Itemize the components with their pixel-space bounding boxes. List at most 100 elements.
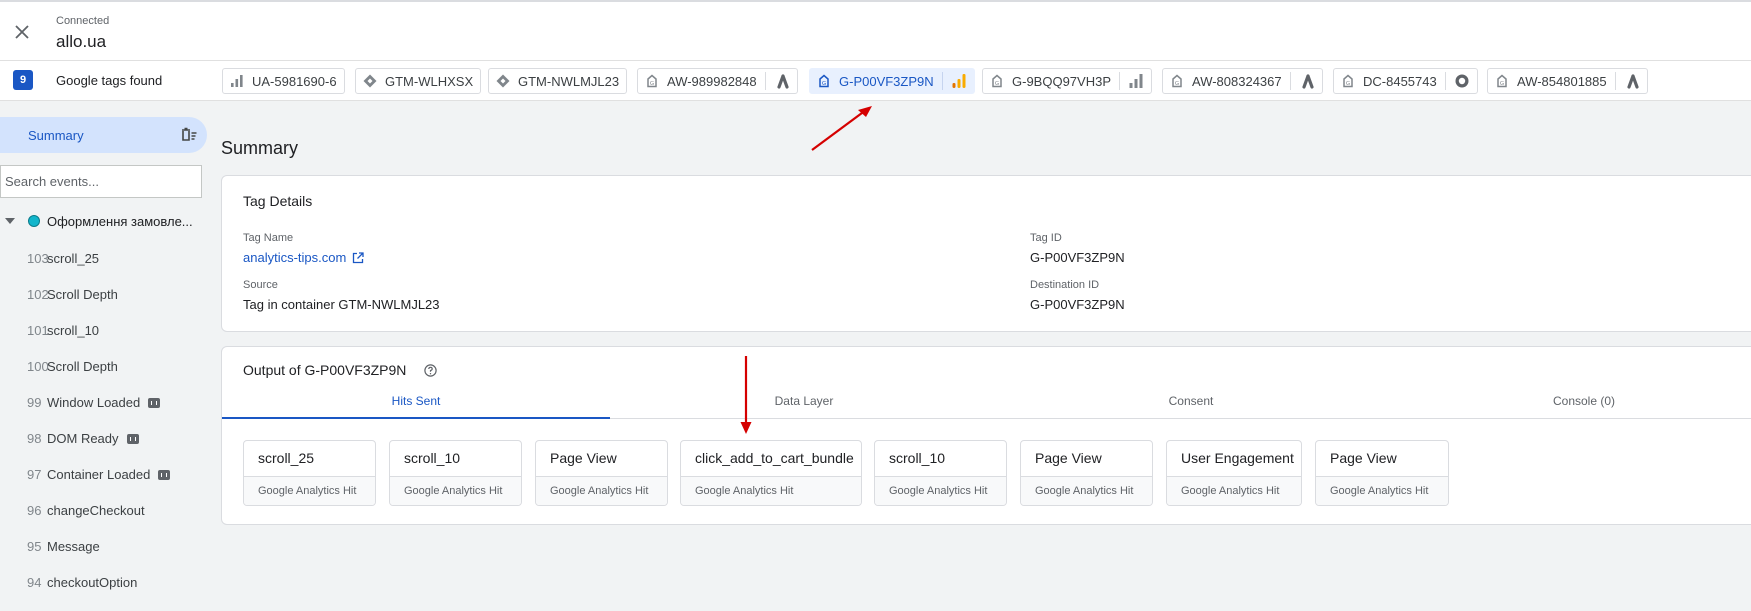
hit-card[interactable]: Page View Google Analytics Hit xyxy=(535,440,668,506)
tag-chip-gtm-wlhxsx[interactable]: GTM-WLHXSX xyxy=(355,68,482,94)
event-number: 103 xyxy=(27,251,49,266)
output-title: Output of G-P00VF3ZP9N xyxy=(243,362,407,378)
google-tag-icon: G xyxy=(819,74,829,88)
page-title: Summary xyxy=(221,138,299,158)
sidebar-item-summary[interactable]: Summary xyxy=(0,117,207,153)
event-item[interactable]: 98 DOM Ready xyxy=(0,427,208,451)
tag-details-card: Tag Details Tag Name analytics-tips.com … xyxy=(221,175,1751,332)
tag-count-badge: 9 xyxy=(13,70,33,90)
tag-chip-label: GTM-NWLMJL23 xyxy=(518,73,620,89)
connection-status: Connected xyxy=(56,15,110,27)
hit-type: Google Analytics Hit xyxy=(875,476,1006,505)
hit-card[interactable]: User Engagement Google Analytics Hit xyxy=(1166,440,1302,506)
tags-bar: 9 Google tags found UA-5981690-6 GTM-WLH… xyxy=(0,61,1751,101)
tag-chip-g-p00vf3zp9n[interactable]: G G-P00VF3ZP9N xyxy=(809,68,975,94)
google-ads-icon xyxy=(1302,74,1314,89)
svg-text:G: G xyxy=(1175,81,1179,87)
hit-name: scroll_25 xyxy=(258,450,315,466)
event-name-text: DOM Ready xyxy=(47,431,119,446)
event-name-text: Window Loaded xyxy=(47,395,141,410)
event-item[interactable]: 95 Message xyxy=(0,535,208,559)
chip-separator xyxy=(1119,72,1120,90)
event-name: scroll_25 xyxy=(47,251,99,266)
tag-chip-aw-989982848[interactable]: G AW-989982848 xyxy=(637,68,798,94)
tag-chip-label: AW-854801885 xyxy=(1517,73,1607,89)
event-name: Scroll Depth xyxy=(47,359,118,374)
delete-sweep-icon[interactable] xyxy=(180,126,198,144)
hit-card[interactable]: Page View Google Analytics Hit xyxy=(1020,440,1153,506)
hit-card[interactable]: scroll_25 Google Analytics Hit xyxy=(243,440,376,506)
tag-name-link[interactable]: analytics-tips.com xyxy=(243,250,364,265)
svg-text:G: G xyxy=(995,81,999,87)
hit-card[interactable]: click_add_to_cart_bundle Google Analytic… xyxy=(680,440,862,506)
output-card: Output of G-P00VF3ZP9N Hits Sent Data La… xyxy=(221,346,1751,525)
tag-chip-aw-854801885[interactable]: G AW-854801885 xyxy=(1487,68,1648,94)
header-bar: Connected allo.ua xyxy=(0,0,1751,61)
chip-separator xyxy=(764,72,766,90)
event-name: Container Loaded xyxy=(47,467,171,482)
event-item[interactable]: 102 Scroll Depth xyxy=(0,283,208,307)
google-tag-icon: G xyxy=(992,74,1002,88)
svg-text:G: G xyxy=(1346,81,1350,87)
event-number: 97 xyxy=(27,467,42,482)
chip-separator xyxy=(1289,72,1291,90)
event-name: checkoutOption xyxy=(47,575,137,590)
event-item[interactable]: 97 Container Loaded xyxy=(0,463,208,487)
hit-name: Page View xyxy=(1035,450,1102,466)
event-group-label: Оформлення замовле... xyxy=(47,214,193,229)
event-name-text: scroll_10 xyxy=(47,323,100,338)
google-tag-icon: G xyxy=(1497,74,1507,88)
tag-chip-gtm-nwlmjl23[interactable]: GTM-NWLMJL23 xyxy=(488,68,628,94)
event-item[interactable]: 100 Scroll Depth xyxy=(0,355,208,379)
event-name: Message xyxy=(47,539,100,554)
svg-text:G: G xyxy=(650,81,654,87)
hit-card[interactable]: scroll_10 Google Analytics Hit xyxy=(389,440,522,506)
tab-data-layer[interactable]: Data Layer xyxy=(610,383,998,419)
event-name-text: Scroll Depth xyxy=(47,287,118,302)
event-item[interactable]: 96 changeCheckout xyxy=(0,499,208,523)
code-badge-icon xyxy=(158,469,171,480)
sidebar-item-label: Summary xyxy=(28,128,84,143)
svg-text:G: G xyxy=(1500,81,1504,87)
chip-separator xyxy=(1444,72,1446,90)
caret-down-icon[interactable] xyxy=(5,218,15,226)
annotation-arrow-icon xyxy=(811,106,872,151)
tab-console[interactable]: Console (0) xyxy=(1390,383,1751,419)
tag-chip-g-9bqq97vh3p[interactable]: G G-9BQQ97VH3P xyxy=(982,68,1152,94)
analytics-bars-icon xyxy=(231,75,243,87)
output-tabs: Hits Sent Data Layer Consent Console (0) xyxy=(222,383,1751,419)
sidebar: Summary Оформлення замовле... 103 scroll… xyxy=(0,101,208,611)
tag-chip-ua-5981690-6[interactable]: UA-5981690-6 xyxy=(222,68,345,94)
tag-chip-label: AW-808324367 xyxy=(1192,73,1282,89)
event-name-text: checkoutOption xyxy=(47,575,138,590)
close-icon[interactable] xyxy=(13,23,31,41)
event-number: 99 xyxy=(27,395,42,410)
help-icon[interactable] xyxy=(424,364,437,377)
hit-card[interactable]: Page View Google Analytics Hit xyxy=(1315,440,1449,506)
tag-details-title: Tag Details xyxy=(243,193,313,209)
hit-type: Google Analytics Hit xyxy=(681,476,861,505)
tag-chip-dc-8455743[interactable]: G DC-8455743 xyxy=(1333,68,1478,94)
tag-chip-aw-808324367[interactable]: G AW-808324367 xyxy=(1162,68,1323,94)
event-number: 100 xyxy=(27,359,49,374)
event-number: 96 xyxy=(27,503,42,518)
event-group-checkout[interactable]: Оформлення замовле... xyxy=(0,210,208,234)
gtm-diamond-icon xyxy=(363,74,377,88)
event-item[interactable]: 103 scroll_25 xyxy=(0,247,208,271)
google-ads-icon xyxy=(1627,74,1639,89)
floodlight-icon xyxy=(1455,74,1469,88)
annotation-arrow-icon xyxy=(740,356,752,434)
event-item[interactable]: 101 scroll_10 xyxy=(0,319,208,343)
hit-name: scroll_10 xyxy=(889,450,946,466)
tab-hits-sent[interactable]: Hits Sent xyxy=(222,383,610,419)
tag-chip-label: DC-8455743 xyxy=(1363,73,1437,89)
tab-consent[interactable]: Consent xyxy=(997,383,1385,419)
search-events-input[interactable] xyxy=(0,165,202,198)
tag-chip-label: GTM-WLHXSX xyxy=(385,73,474,89)
hit-card[interactable]: scroll_10 Google Analytics Hit xyxy=(874,440,1007,506)
event-item[interactable]: 99 Window Loaded xyxy=(0,391,208,415)
tag-chip-label: UA-5981690-6 xyxy=(252,73,337,89)
event-item[interactable]: 94 checkoutOption xyxy=(0,571,208,595)
source-label: Source xyxy=(243,279,278,291)
google-tag-icon: G xyxy=(1172,74,1182,88)
